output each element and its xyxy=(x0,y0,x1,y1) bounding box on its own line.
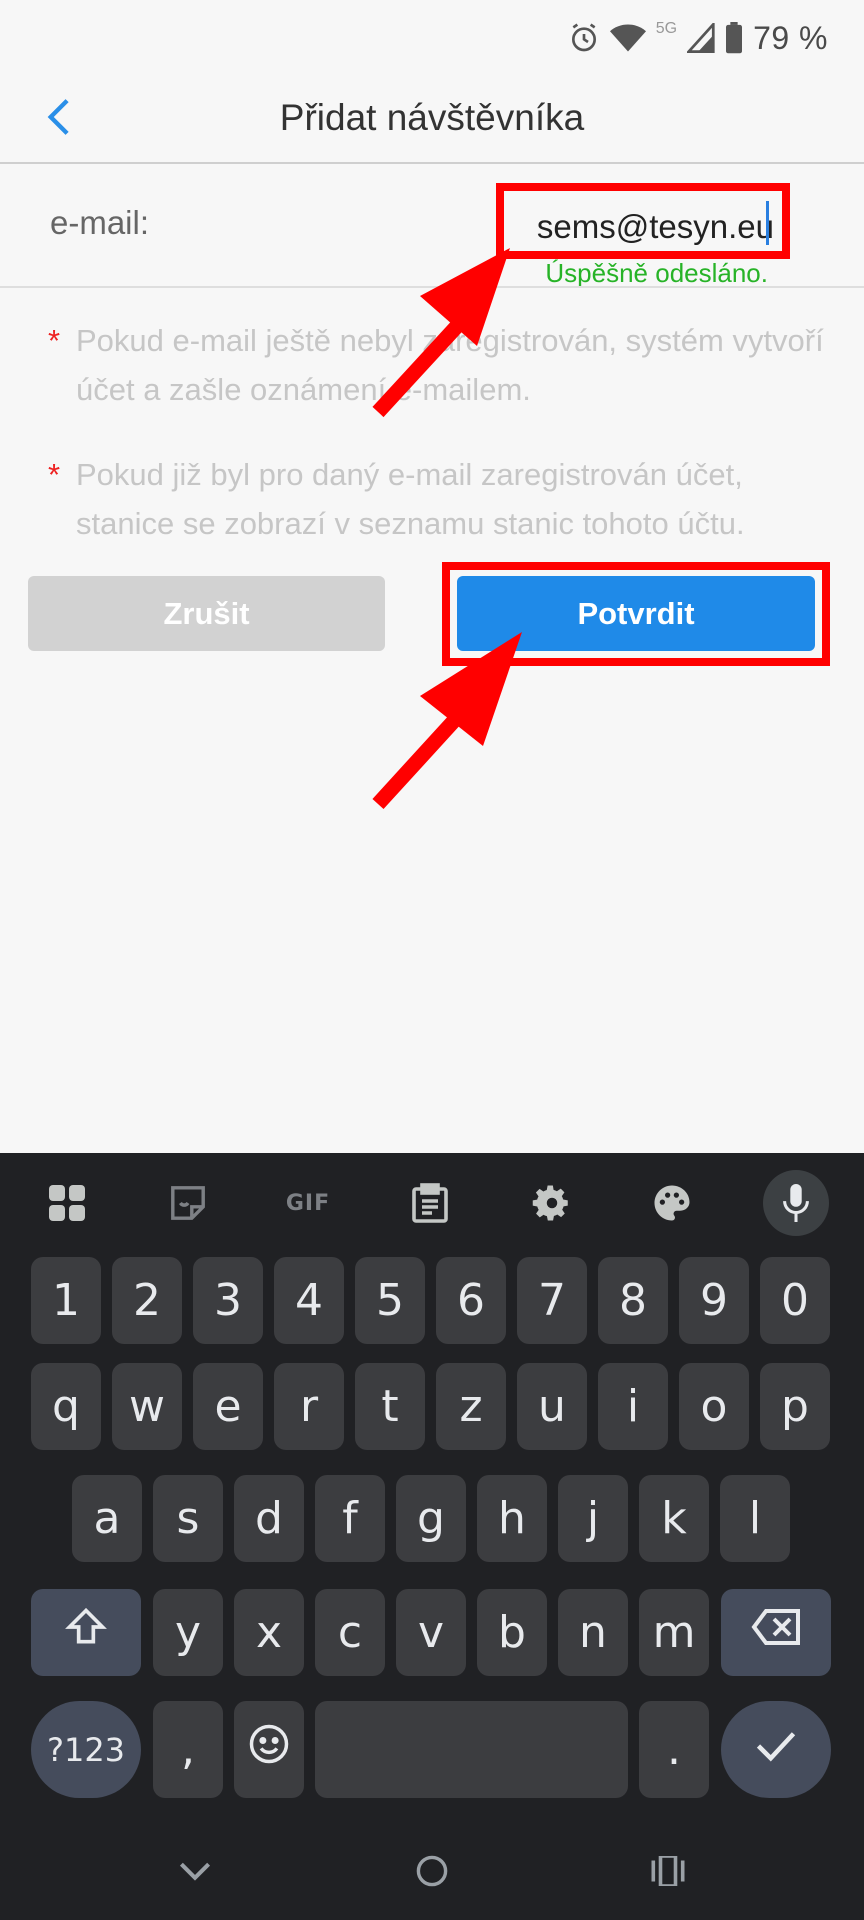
info-note: * Pokud již byl pro daný e-mail zaregist… xyxy=(48,450,828,548)
alarm-icon xyxy=(568,22,600,54)
soft-keyboard: GIF 1 2 3 4 5 6 7 8 9 0 q w e r t z u i … xyxy=(0,1153,864,1920)
row-divider xyxy=(0,286,864,288)
enter-key[interactable] xyxy=(721,1701,831,1798)
keyboard-toolbar: GIF xyxy=(0,1153,864,1243)
key-f[interactable]: f xyxy=(315,1475,385,1562)
key-h[interactable]: h xyxy=(477,1475,547,1562)
symbols-key[interactable]: ?123 xyxy=(31,1701,141,1798)
success-message: Úspěšně odesláno. xyxy=(545,258,768,288)
key-b[interactable]: b xyxy=(477,1589,547,1676)
note-text: Pokud e-mail ještě nebyl zaregistrován, … xyxy=(76,323,824,407)
confirm-button[interactable]: Potvrdit xyxy=(457,576,815,651)
key-0[interactable]: 0 xyxy=(760,1257,830,1344)
email-label: e-mail: xyxy=(50,204,150,241)
key-m[interactable]: m xyxy=(639,1589,709,1676)
key-2[interactable]: 2 xyxy=(112,1257,182,1344)
key-7[interactable]: 7 xyxy=(517,1257,587,1344)
key-j[interactable]: j xyxy=(558,1475,628,1562)
cancel-button[interactable]: Zrušit xyxy=(28,576,385,651)
key-8[interactable]: 8 xyxy=(598,1257,668,1344)
recent-apps-button[interactable] xyxy=(638,1843,698,1903)
key-z[interactable]: z xyxy=(436,1363,506,1450)
key-n[interactable]: n xyxy=(558,1589,628,1676)
shift-key[interactable] xyxy=(31,1589,141,1676)
home-circle-icon xyxy=(415,1854,449,1893)
battery-icon xyxy=(725,22,743,54)
shift-icon xyxy=(64,1605,108,1660)
wifi-icon xyxy=(609,22,646,54)
key-g[interactable]: g xyxy=(396,1475,466,1562)
key-s[interactable]: s xyxy=(153,1475,223,1562)
key-p[interactable]: p xyxy=(760,1363,830,1450)
key-e[interactable]: e xyxy=(193,1363,263,1450)
key-v[interactable]: v xyxy=(396,1589,466,1676)
key-k[interactable]: k xyxy=(639,1475,709,1562)
navigation-bar xyxy=(0,1825,864,1920)
key-i[interactable]: i xyxy=(598,1363,668,1450)
backspace-icon xyxy=(750,1607,802,1658)
gif-button[interactable]: GIF xyxy=(278,1173,338,1233)
apps-grid-icon[interactable] xyxy=(37,1173,97,1233)
key-q[interactable]: q xyxy=(31,1363,101,1450)
comma-key[interactable]: , xyxy=(153,1701,223,1798)
chevron-down-icon xyxy=(178,1860,212,1887)
key-l[interactable]: l xyxy=(720,1475,790,1562)
clipboard-icon[interactable] xyxy=(400,1173,460,1233)
checkmark-icon xyxy=(755,1724,797,1775)
key-5[interactable]: 5 xyxy=(355,1257,425,1344)
note-text: Pokud již byl pro daný e-mail zaregistro… xyxy=(76,457,745,541)
app-header: Přidat návštěvníka xyxy=(0,75,864,163)
smiley-icon xyxy=(248,1723,290,1776)
network-type-label: 5G xyxy=(655,20,678,37)
text-cursor xyxy=(766,201,769,245)
key-1[interactable]: 1 xyxy=(31,1257,101,1344)
required-marker: * xyxy=(48,457,61,492)
hide-keyboard-button[interactable] xyxy=(165,1843,225,1903)
key-r[interactable]: r xyxy=(274,1363,344,1450)
page-title: Přidat návštěvníka xyxy=(279,97,585,138)
space-key[interactable] xyxy=(315,1701,628,1798)
info-note: * Pokud e-mail ještě nebyl zaregistrován… xyxy=(48,316,828,414)
status-bar: 5G 79 % xyxy=(0,0,864,75)
microphone-icon[interactable] xyxy=(763,1170,829,1236)
email-input[interactable] xyxy=(504,197,774,257)
required-marker: * xyxy=(48,323,61,358)
key-9[interactable]: 9 xyxy=(679,1257,749,1344)
emoji-key[interactable] xyxy=(234,1701,304,1798)
annotation-arrow-confirm xyxy=(372,632,522,810)
key-3[interactable]: 3 xyxy=(193,1257,263,1344)
key-d[interactable]: d xyxy=(234,1475,304,1562)
key-a[interactable]: a xyxy=(72,1475,142,1562)
key-w[interactable]: w xyxy=(112,1363,182,1450)
email-row: e-mail: Úspěšně odesláno. xyxy=(0,164,864,288)
key-t[interactable]: t xyxy=(355,1363,425,1450)
key-o[interactable]: o xyxy=(679,1363,749,1450)
palette-icon[interactable] xyxy=(642,1173,702,1233)
backspace-key[interactable] xyxy=(721,1589,831,1676)
battery-level: 79 % xyxy=(753,19,828,56)
key-c[interactable]: c xyxy=(315,1589,385,1676)
key-4[interactable]: 4 xyxy=(274,1257,344,1344)
sticker-icon[interactable] xyxy=(158,1173,218,1233)
key-u[interactable]: u xyxy=(517,1363,587,1450)
signal-icon xyxy=(687,23,715,53)
key-x[interactable]: x xyxy=(234,1589,304,1676)
gear-icon[interactable] xyxy=(522,1173,582,1233)
key-6[interactable]: 6 xyxy=(436,1257,506,1344)
recent-apps-icon xyxy=(651,1853,685,1891)
home-button[interactable] xyxy=(402,1843,462,1903)
period-key[interactable]: . xyxy=(639,1701,709,1798)
key-y[interactable]: y xyxy=(153,1589,223,1676)
